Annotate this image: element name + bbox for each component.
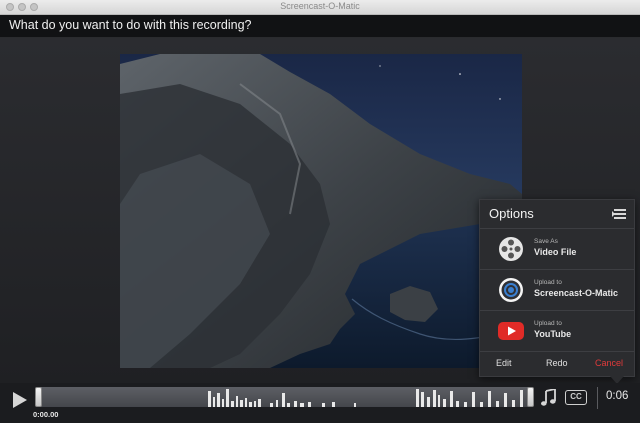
film-reel-icon	[499, 237, 523, 261]
option-subtitle: Save As	[534, 238, 558, 245]
options-header: Options	[480, 200, 634, 229]
timeline-track[interactable]	[36, 387, 534, 407]
timeline-divider	[597, 387, 598, 409]
play-icon[interactable]	[12, 391, 28, 409]
options-menu-icon[interactable]	[612, 208, 626, 220]
video-preview-frame	[120, 54, 522, 368]
duration-label: 0:06	[606, 390, 629, 402]
options-actions: Edit Redo Cancel	[480, 351, 634, 376]
window-title: Screencast-O-Matic	[280, 1, 360, 11]
option-label: YouTube	[534, 329, 572, 339]
trim-start-handle[interactable]	[35, 387, 42, 407]
option-save-video-file[interactable]: Save As Video File	[480, 229, 634, 270]
edit-button[interactable]: Edit	[496, 358, 512, 368]
option-upload-screencast[interactable]: Upload to Screencast-O-Matic	[480, 270, 634, 311]
option-subtitle: Upload to	[534, 279, 562, 286]
audio-waveform	[208, 389, 523, 407]
options-panel: Options Save As Video File Upload to Scr…	[479, 199, 635, 384]
option-subtitle: Upload to	[534, 320, 562, 327]
current-time: 0:00.00	[33, 410, 59, 419]
trim-end-handle[interactable]	[527, 387, 534, 407]
closed-captions-icon[interactable]: CC	[565, 390, 587, 405]
option-label: Video File	[534, 247, 577, 257]
option-label: Screencast-O-Matic	[534, 288, 619, 298]
question-bar: What do you want to do with this recordi…	[0, 15, 640, 38]
window-titlebar: Screencast-O-Matic	[0, 0, 640, 15]
options-title: Options	[489, 206, 534, 221]
option-upload-youtube[interactable]: Upload to YouTube	[480, 311, 634, 352]
screencast-logo-icon	[499, 278, 523, 302]
music-note-icon[interactable]	[540, 389, 556, 407]
cancel-button[interactable]: Cancel	[595, 358, 623, 368]
redo-button[interactable]: Redo	[546, 358, 568, 368]
page-title: What do you want to do with this recordi…	[9, 18, 252, 32]
timeline-bar: 0:00.00 CC 0:06	[0, 383, 640, 423]
youtube-icon	[498, 322, 524, 340]
